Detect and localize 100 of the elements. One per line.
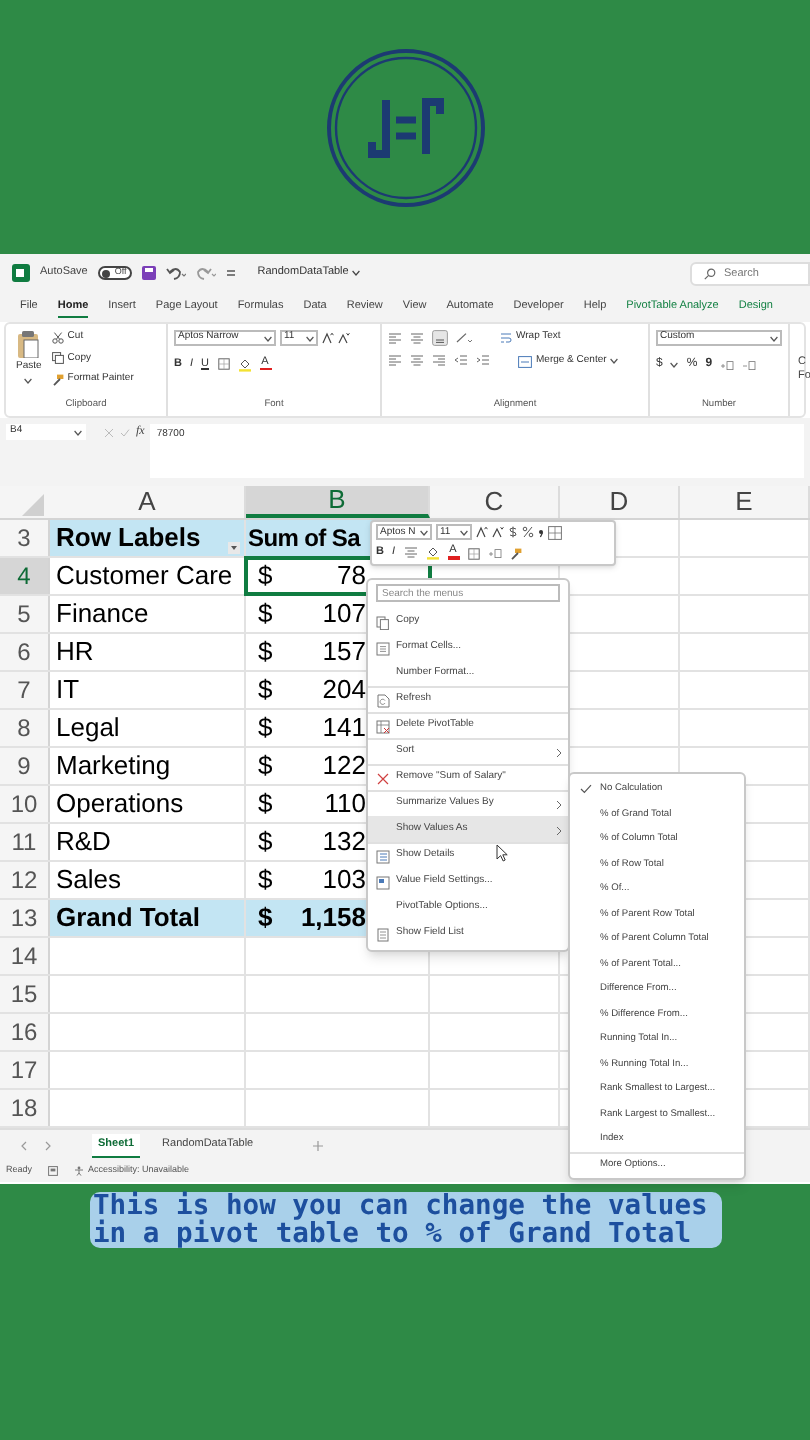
text-orientation-icon[interactable]	[456, 332, 472, 344]
align-middle-icon[interactable]	[410, 331, 424, 345]
cell-value: 157	[320, 634, 366, 671]
column-header[interactable]: D	[560, 486, 680, 518]
chevron-right-icon	[556, 825, 562, 835]
cell-value: 141	[320, 710, 366, 747]
copy-icon	[376, 615, 390, 629]
row-label: IT	[56, 672, 80, 709]
comma-style-icon[interactable]	[538, 526, 544, 539]
row-header[interactable]: 15	[0, 976, 50, 1012]
scissors-icon	[51, 331, 64, 344]
borders-icon[interactable]	[217, 358, 229, 371]
increase-decimal-icon[interactable]	[720, 359, 735, 371]
row-header[interactable]: 13	[0, 900, 50, 936]
chevron-down-icon	[770, 335, 778, 341]
scroll-right-icon[interactable]	[44, 1139, 52, 1151]
align-right-icon[interactable]	[432, 354, 446, 369]
decrease-indent-icon[interactable]	[454, 354, 468, 369]
chevron-down-icon	[670, 362, 679, 368]
cell-value: 103	[320, 862, 366, 899]
row-header[interactable]: 16	[0, 1014, 50, 1050]
decrease-font-size-icon[interactable]	[338, 332, 350, 344]
decrease-font-size-icon[interactable]	[492, 526, 504, 539]
row-header[interactable]: 6	[0, 634, 50, 670]
increase-indent-icon[interactable]	[476, 354, 490, 369]
chevron-right-icon	[556, 799, 562, 809]
row-label: R&D	[56, 824, 111, 861]
row-header[interactable]: 3	[0, 520, 50, 556]
chevron-down-icon	[264, 335, 272, 341]
format-painter-icon[interactable]	[509, 547, 522, 559]
save-icon[interactable]	[141, 266, 156, 280]
borders-icon[interactable]	[467, 547, 480, 559]
filter-dropdown-icon[interactable]	[228, 542, 240, 554]
format-table-icon[interactable]	[548, 525, 562, 540]
delete-table-icon	[376, 719, 390, 733]
refresh-icon	[376, 693, 390, 707]
percent-format-icon[interactable]	[522, 526, 534, 539]
cell-value: 107	[320, 596, 366, 633]
macro-recording-icon[interactable]	[48, 1166, 59, 1176]
scroll-left-icon[interactable]	[20, 1139, 28, 1151]
search-icon	[704, 267, 716, 279]
row-header[interactable]: 14	[0, 938, 50, 974]
redo-icon[interactable]	[195, 266, 216, 280]
mouse-pointer-icon	[496, 844, 508, 862]
customize-toolbar-icon[interactable]	[225, 268, 236, 278]
currency-symbol: $	[256, 596, 275, 633]
chevron-right-icon	[556, 747, 562, 757]
fill-color-icon[interactable]	[237, 357, 251, 372]
currency-format-icon[interactable]	[508, 526, 518, 539]
cell-value: 1,158	[298, 900, 366, 937]
chevron-down-icon	[460, 529, 468, 536]
row-header[interactable]: 12	[0, 862, 50, 898]
currency-symbol: $	[256, 824, 275, 861]
increase-font-size-icon[interactable]	[476, 526, 488, 539]
close-icon	[376, 771, 390, 785]
undo-icon[interactable]	[165, 266, 186, 280]
cell-value: 122	[320, 748, 366, 785]
increase-font-size-icon[interactable]	[322, 332, 334, 344]
row-header[interactable]: 18	[0, 1090, 50, 1126]
row-header[interactable]: 10	[0, 786, 50, 822]
align-center-icon[interactable]	[410, 354, 424, 369]
align-bottom-icon[interactable]	[432, 330, 448, 346]
chevron-down-icon	[24, 377, 33, 383]
row-label: Customer Care	[56, 558, 233, 595]
row-header[interactable]: 8	[0, 710, 50, 746]
chevron-down-icon	[74, 429, 82, 435]
fill-color-icon[interactable]	[425, 546, 440, 560]
row-label: HR	[56, 634, 94, 671]
decrease-decimal-icon[interactable]	[742, 359, 757, 371]
align-center-icon[interactable]	[403, 546, 418, 560]
paintbrush-icon	[51, 373, 64, 386]
cell-value: 132	[320, 824, 366, 861]
clipboard-icon	[16, 330, 41, 358]
row-header[interactable]: 4	[0, 558, 50, 594]
row-header[interactable]: 5	[0, 596, 50, 632]
row-label: Marketing	[56, 748, 171, 785]
wrap-text-icon	[500, 332, 512, 344]
row-header[interactable]: 7	[0, 672, 50, 708]
currency-symbol: $	[256, 558, 275, 595]
cell-value: 78	[335, 558, 366, 595]
column-header[interactable]: B	[246, 486, 430, 518]
align-left-icon[interactable]	[388, 354, 402, 369]
align-top-icon[interactable]	[388, 331, 402, 345]
add-sheet-icon[interactable]	[311, 1139, 324, 1151]
column-header[interactable]: E	[680, 486, 810, 518]
row-header[interactable]: 9	[0, 748, 50, 784]
currency-symbol: $	[256, 672, 275, 709]
cancel-icon	[104, 428, 114, 438]
row-header[interactable]: 11	[0, 824, 50, 860]
currency-symbol: $	[256, 710, 275, 747]
spreadsheet-app-icon	[12, 264, 30, 282]
chevron-down-icon	[610, 358, 619, 365]
row-header[interactable]: 17	[0, 1052, 50, 1088]
copy-icon	[51, 352, 64, 365]
table-header: Sum of Sa	[246, 522, 360, 556]
increase-decimal-icon[interactable]	[487, 547, 502, 559]
chevron-down-icon	[352, 270, 361, 276]
currency-symbol: $	[256, 786, 275, 823]
column-header[interactable]: C	[430, 486, 560, 518]
row-label: Finance	[56, 596, 149, 633]
